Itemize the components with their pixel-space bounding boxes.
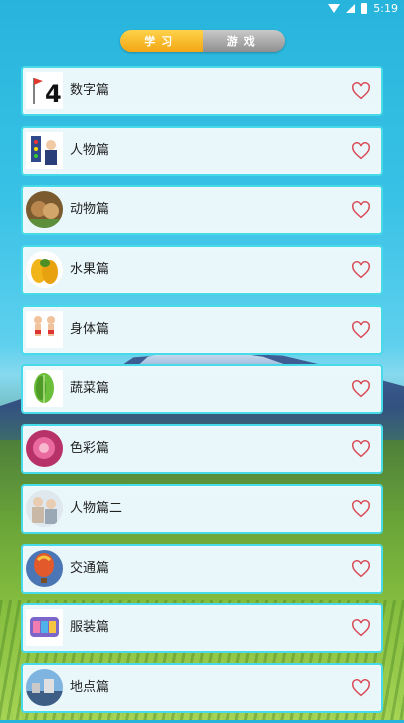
item-label: 身体篇	[70, 321, 110, 337]
list-item-places[interactable]: 地点篇	[21, 662, 383, 713]
item-label: 数字篇	[70, 83, 110, 98]
favorite-heart-icon[interactable]	[351, 201, 371, 219]
body-icon	[26, 310, 63, 348]
favorite-heart-icon[interactable]	[351, 678, 371, 697]
tab-learn[interactable]: 学习	[120, 30, 203, 52]
favorite-heart-icon[interactable]	[351, 559, 371, 578]
item-label: 动物篇	[70, 202, 110, 218]
favorite-heart-icon[interactable]	[351, 141, 371, 160]
favorite-heart-icon[interactable]	[351, 261, 371, 279]
list-item-people[interactable]: 人物篇	[21, 125, 383, 176]
list-item-fruit[interactable]: 水果篇	[21, 245, 383, 296]
item-label: 人物篇二	[70, 500, 123, 516]
list-item-numbers[interactable]: 4 数字篇	[21, 66, 383, 116]
balloon-icon	[26, 549, 63, 587]
svg-text:4: 4	[45, 80, 62, 108]
favorite-heart-icon[interactable]	[351, 440, 371, 458]
color-flower-icon	[26, 430, 63, 468]
list-item-clothing[interactable]: 服装篇	[21, 603, 383, 654]
tab-game[interactable]: 游戏	[202, 30, 285, 52]
list-item-colors[interactable]: 色彩篇	[21, 424, 383, 475]
vegetable-icon	[26, 370, 63, 408]
item-label: 交通篇	[70, 560, 110, 576]
favorite-heart-icon[interactable]	[351, 82, 371, 100]
item-label: 色彩篇	[70, 441, 110, 457]
status-time: 5:19	[373, 2, 398, 15]
fruit-icon	[26, 251, 63, 289]
list-item-body[interactable]: 身体篇	[21, 304, 383, 355]
item-label: 水果篇	[70, 262, 110, 278]
favorite-heart-icon[interactable]	[351, 619, 371, 637]
signal-icon	[346, 4, 356, 13]
list-item-transport[interactable]: 交通篇	[21, 543, 383, 594]
clothes-icon	[26, 609, 63, 647]
category-list: 4 数字篇 人物篇 动物篇 水果篇 身体篇 蔬菜篇 色彩篇 人物篇二 交通篇 服…	[21, 66, 383, 723]
people2-icon	[26, 489, 63, 527]
favorite-heart-icon[interactable]	[351, 320, 371, 339]
list-item-animals[interactable]: 动物篇	[21, 185, 383, 236]
favorite-heart-icon[interactable]	[351, 499, 371, 518]
item-label: 蔬菜篇	[70, 381, 110, 397]
favorite-heart-icon[interactable]	[351, 380, 371, 398]
wifi-icon	[328, 4, 341, 13]
animals-icon	[26, 191, 63, 229]
item-label: 人物篇	[70, 142, 110, 158]
item-label: 地点篇	[70, 679, 110, 695]
list-item-people-two[interactable]: 人物篇二	[21, 483, 383, 534]
item-label: 服装篇	[70, 620, 110, 636]
battery-icon	[361, 3, 368, 14]
list-item-vegetables[interactable]: 蔬菜篇	[21, 364, 383, 415]
people-icon	[26, 131, 63, 169]
number-4-icon: 4	[26, 72, 63, 109]
status-bar: 5:19	[0, 0, 404, 18]
mode-tabs: 学习 游戏	[120, 30, 285, 52]
place-icon	[26, 668, 63, 706]
